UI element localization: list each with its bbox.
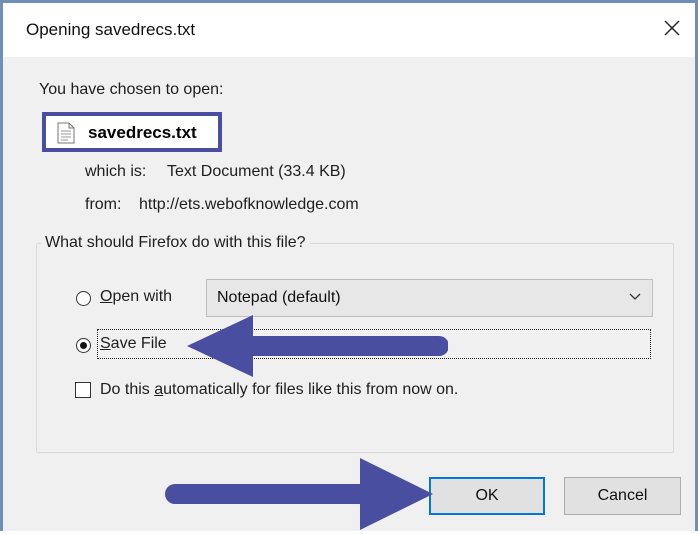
file-highlight-box: savedrecs.txt [42, 112, 222, 152]
application-select-value: Notepad (default) [217, 289, 341, 306]
action-group-legend: What should Firefox do with this file? [41, 234, 310, 252]
file-type-value: Text Document (33.4 KB) [167, 163, 346, 180]
from-label: from: [85, 196, 122, 213]
dialog-content: You have chosen to open: savedrecs.txt w… [3, 57, 695, 531]
close-button[interactable] [657, 13, 687, 43]
auto-action-label-after: utomatically for files like this from no… [163, 381, 459, 398]
title-bar: Opening savedrecs.txt [3, 3, 695, 57]
intro-text: You have chosen to open: [39, 81, 224, 98]
auto-action-label[interactable]: Do this automatically for files like thi… [100, 381, 458, 399]
download-dialog: Opening savedrecs.txt You have chosen to… [0, 0, 698, 531]
which-is-label: which is: [85, 163, 147, 180]
text-file-icon [57, 122, 75, 144]
save-file-radio[interactable] [76, 338, 91, 353]
source-url-value: http://ets.webofknowledge.com [139, 196, 359, 213]
ok-pointer-arrow [165, 458, 433, 530]
auto-action-access-key: a [154, 381, 164, 398]
chevron-down-icon [629, 293, 641, 300]
ok-button[interactable]: OK [429, 477, 545, 515]
open-with-access-key: O [100, 288, 113, 305]
open-with-label-rest: pen with [112, 288, 173, 305]
save-file-pointer-arrow [187, 315, 448, 377]
dialog-title: Opening savedrecs.txt [26, 20, 196, 39]
open-with-label[interactable]: Open with [100, 288, 172, 306]
cancel-button[interactable]: Cancel [564, 477, 681, 515]
close-icon [664, 20, 680, 36]
save-file-access-key: S [100, 335, 111, 352]
save-file-label-rest: ave File [110, 335, 167, 352]
auto-action-checkbox[interactable] [75, 382, 91, 398]
file-name: savedrecs.txt [88, 123, 197, 142]
open-with-radio[interactable] [76, 291, 91, 306]
auto-action-label-before: Do this [100, 381, 155, 398]
save-file-label[interactable]: Save File [100, 335, 167, 353]
